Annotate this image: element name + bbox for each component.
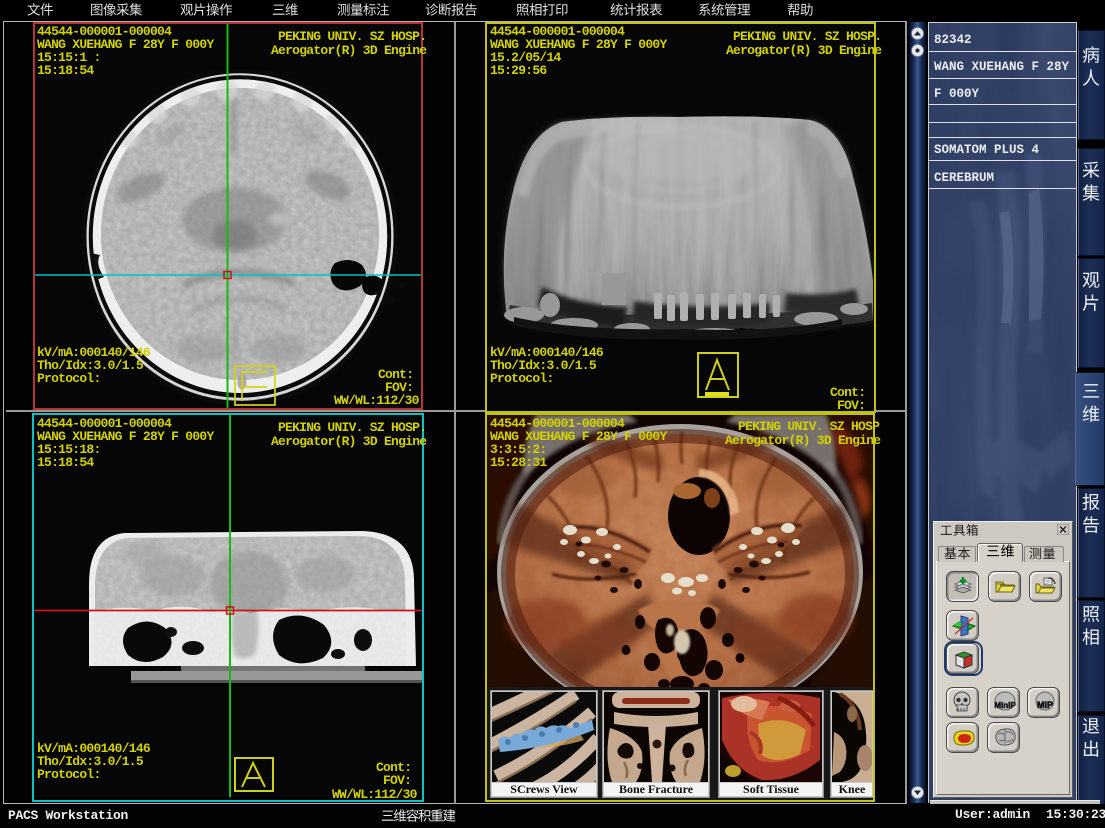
svg-text:MIP: MIP (1037, 700, 1053, 710)
svg-text:MinIP: MinIP (994, 701, 1016, 710)
